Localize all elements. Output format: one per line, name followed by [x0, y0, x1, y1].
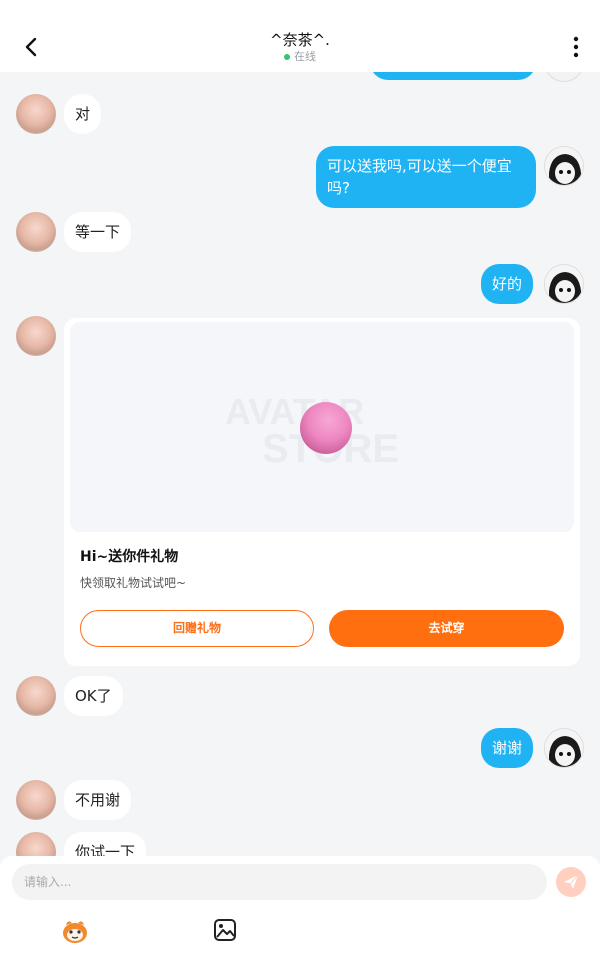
my-avatar[interactable] — [544, 264, 584, 304]
my-avatar-image — [545, 147, 583, 185]
gift-card[interactable]: AVATAR STORE Hi~送你件礼物 快领取礼物试试吧~ 回赠礼物 去试穿 — [64, 318, 580, 666]
more-button[interactable] — [564, 34, 588, 60]
send-button[interactable] — [556, 867, 586, 897]
message-input[interactable] — [12, 864, 547, 900]
my-avatar[interactable] — [544, 728, 584, 768]
try-on-button[interactable]: 去试穿 — [329, 610, 564, 647]
sticker-icon — [63, 921, 87, 943]
my-avatar-image — [545, 265, 583, 303]
image-icon — [214, 919, 236, 941]
contact-avatar[interactable] — [16, 94, 56, 134]
contact-avatar[interactable] — [16, 212, 56, 252]
message-bubble-partial — [370, 72, 536, 80]
message-list[interactable]: 对 可以送我吗,可以送一个便宜吗? 等一下 好的 AVATAR STORE — [0, 72, 600, 856]
chat-title-area: ^奈茶^. 在线 — [0, 30, 600, 64]
gift-image: AVATAR STORE — [70, 322, 574, 532]
message-bubble: OK了 — [64, 676, 123, 716]
my-avatar-image — [545, 729, 583, 767]
more-icon — [573, 36, 579, 58]
gift-item-image — [300, 402, 352, 454]
message-bubble: 谢谢 — [481, 728, 534, 768]
send-icon — [564, 874, 579, 889]
input-bar — [0, 856, 600, 960]
contact-avatar[interactable] — [16, 780, 56, 820]
message-bubble: 好的 — [481, 264, 534, 304]
my-avatar[interactable] — [544, 72, 584, 82]
message-bubble: 可以送我吗,可以送一个便宜吗? — [316, 146, 536, 208]
chat-header: ^奈茶^. 在线 — [0, 0, 600, 72]
image-button[interactable] — [211, 916, 239, 944]
message-bubble: 对 — [64, 94, 102, 134]
my-avatar[interactable] — [544, 146, 584, 186]
online-status-label: 在线 — [294, 50, 316, 63]
chat-title: ^奈茶^. — [270, 31, 330, 49]
return-gift-button[interactable]: 回赠礼物 — [80, 610, 314, 647]
gift-subtitle: 快领取礼物试试吧~ — [80, 576, 187, 590]
sticker-button[interactable] — [60, 916, 90, 946]
message-bubble: 你试一下 — [64, 832, 147, 856]
contact-avatar[interactable] — [16, 676, 56, 716]
contact-avatar[interactable] — [16, 316, 56, 356]
online-dot — [284, 54, 290, 60]
message-bubble: 等一下 — [64, 212, 132, 252]
online-status: 在线 — [0, 50, 600, 64]
message-bubble: 不用谢 — [64, 780, 132, 820]
contact-avatar[interactable] — [16, 832, 56, 856]
gift-title: Hi~送你件礼物 — [80, 549, 179, 565]
